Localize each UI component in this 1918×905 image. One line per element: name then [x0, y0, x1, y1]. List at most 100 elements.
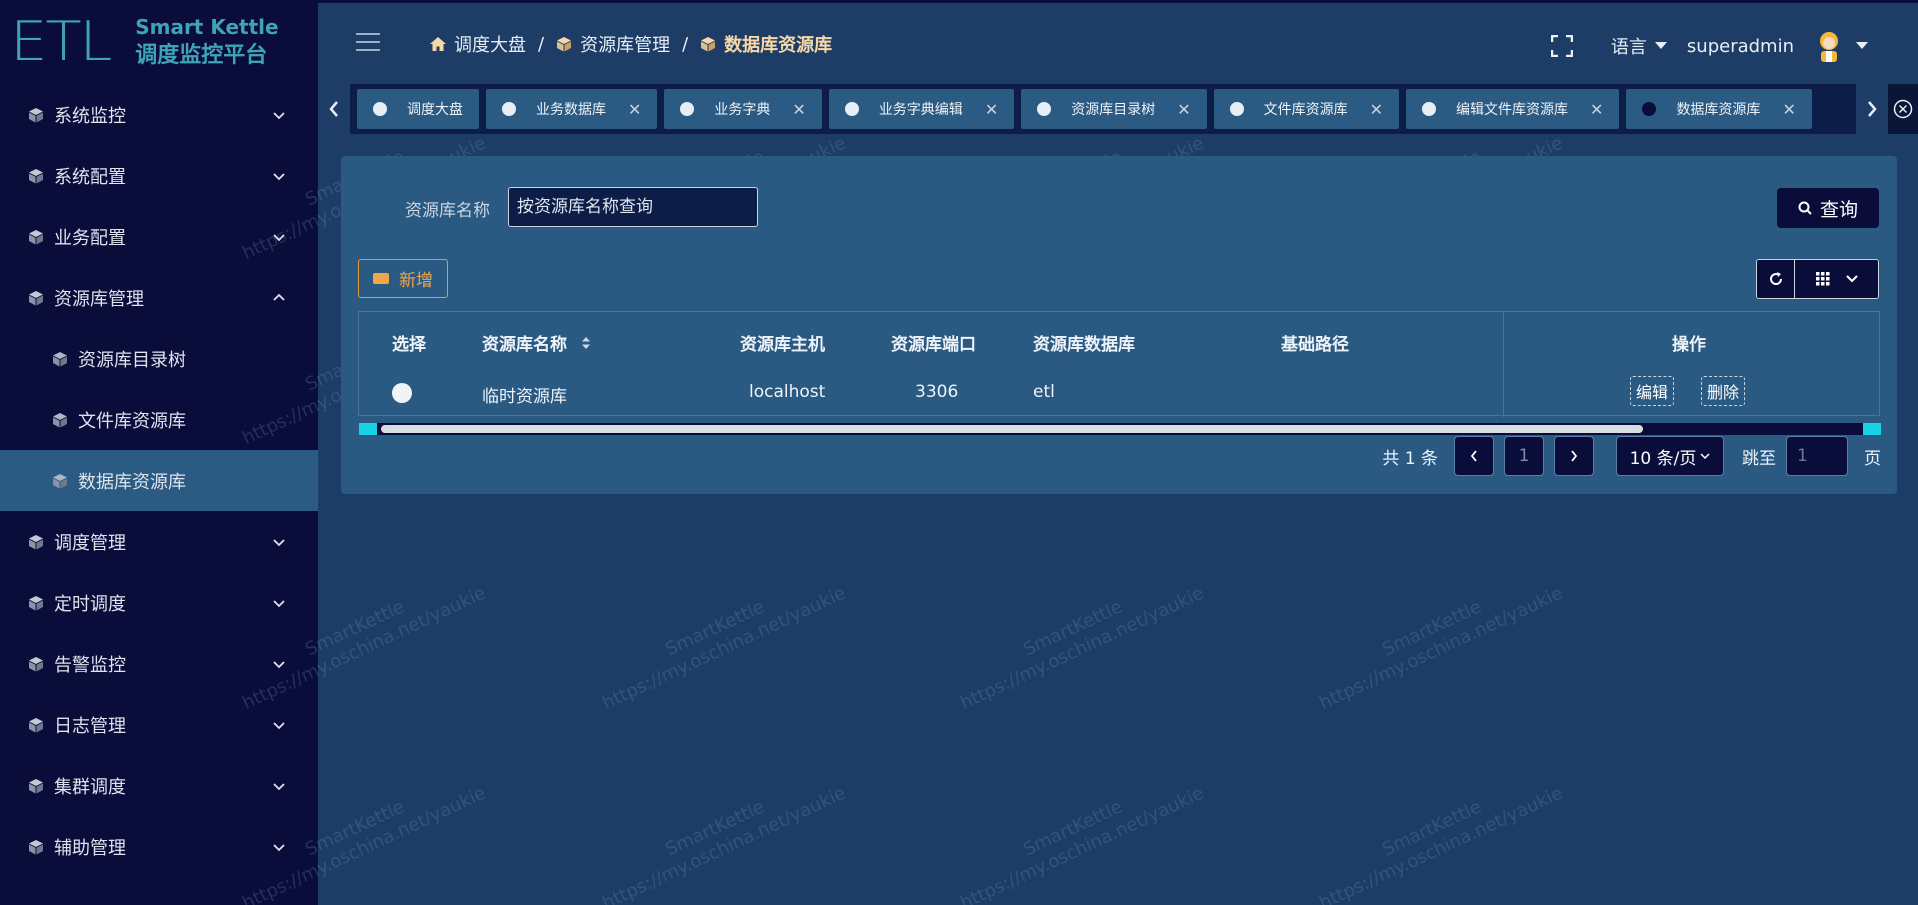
close-all-tabs-button[interactable] [1888, 84, 1918, 134]
table-tools [1756, 259, 1879, 299]
tab[interactable]: 资源库目录树 ✕ [1021, 89, 1207, 129]
breadcrumb-home[interactable]: 调度大盘 [430, 31, 526, 57]
page-number[interactable]: 1 [1504, 436, 1544, 476]
close-icon[interactable]: ✕ [792, 100, 805, 119]
sidebar-item[interactable]: 日志管理 [0, 694, 318, 755]
hamburger-menu-icon[interactable] [356, 33, 380, 53]
caret-down-icon [1654, 42, 1667, 49]
chevron-left-icon [1470, 450, 1477, 462]
tab[interactable]: 编辑文件库资源库 ✕ [1406, 89, 1620, 129]
header: 调度大盘 / 资源库管理 / 数据库资源库 语言 superadmin [318, 0, 1918, 84]
grid-icon [1815, 272, 1829, 286]
delete-button[interactable]: 删除 [1701, 376, 1746, 406]
tab-label: 业务字典编辑 [878, 102, 963, 118]
jump-input[interactable]: 1 [1786, 436, 1848, 476]
prev-page-button[interactable] [1454, 436, 1494, 476]
query-button[interactable]: 查询 [1777, 188, 1879, 228]
refresh-icon [1769, 272, 1782, 285]
add-icon [373, 273, 389, 284]
close-icon[interactable]: ✕ [985, 100, 998, 119]
sidebar-item[interactable]: 业务配置 [0, 206, 318, 267]
sidebar-item[interactable]: 集群调度 [0, 755, 318, 816]
user-menu[interactable]: superadmin [1687, 29, 1868, 63]
chevron-down-icon [273, 538, 285, 546]
chevron-down-icon [273, 599, 285, 607]
sidebar-item[interactable]: 定时调度 [0, 572, 318, 633]
cube-icon [29, 656, 43, 671]
header-select: 选择 [392, 335, 426, 355]
sidebar-item-label: 文件库资源库 [78, 410, 186, 432]
sidebar-item-label: 辅助管理 [54, 837, 126, 859]
sidebar-item[interactable]: 文件库资源库 [0, 389, 318, 450]
sidebar-item[interactable]: 系统配置 [0, 145, 318, 206]
sidebar-item-label: 日志管理 [54, 715, 126, 737]
scrollbar-thumb[interactable] [381, 425, 1643, 433]
sidebar-item-label: 定时调度 [54, 593, 126, 615]
sidebar-item-label: 系统监控 [54, 105, 126, 127]
logo-subtitle: 调度监控平台 [135, 43, 268, 68]
page-size-select[interactable]: 10 条/页 [1616, 436, 1724, 476]
sidebar-item[interactable]: 调度管理 [0, 511, 318, 572]
fullscreen-icon[interactable] [1550, 35, 1573, 57]
columns-button[interactable] [1795, 260, 1878, 298]
header-path: 基础路径 [1281, 335, 1349, 355]
add-button[interactable]: 新增 [358, 259, 448, 298]
tab-dot [844, 102, 859, 116]
tab[interactable]: 业务数据库 ✕ [486, 89, 658, 129]
header-name[interactable]: 资源库名称 [482, 330, 591, 355]
tab-scroll-right[interactable] [1856, 84, 1888, 134]
tab-label: 业务字典 [714, 102, 771, 118]
breadcrumb-current: 数据库资源库 [700, 31, 832, 57]
horizontal-scrollbar[interactable] [359, 423, 1881, 435]
close-icon[interactable]: ✕ [1590, 100, 1603, 119]
sidebar-item-label: 集群调度 [54, 776, 126, 798]
content-card: 资源库名称 查询 新增 选择 资源库名称 资源库主机 资源库端口 资源库数据库 … [341, 156, 1897, 494]
cube-icon [29, 290, 43, 305]
sidebar-item[interactable]: 系统监控 [0, 84, 318, 145]
chevron-down-icon [273, 843, 285, 851]
next-page-button[interactable] [1554, 436, 1594, 476]
sidebar-item-label: 业务配置 [54, 227, 126, 249]
logo: ETL Smart Kettle 调度监控平台 [0, 0, 318, 84]
tab[interactable]: 业务字典 ✕ [664, 89, 822, 129]
tab-label: 资源库目录树 [1071, 102, 1156, 118]
tab-scroll-left[interactable] [318, 84, 350, 134]
total-count: 共 1 条 [1382, 448, 1438, 469]
header-ops: 操作 [1672, 335, 1706, 355]
tab[interactable]: 数据库资源库 ✕ [1626, 89, 1812, 129]
watermark: SmartKettlehttps://my.oschina.net/yaukie [1316, 582, 1567, 714]
sidebar-item[interactable]: 数据库资源库 [0, 450, 318, 511]
jump-label: 跳至 [1742, 448, 1776, 469]
sidebar-item[interactable]: 辅助管理 [0, 816, 318, 877]
close-icon[interactable]: ✕ [1782, 100, 1795, 119]
watermark: SmartKettlehttps://my.oschina.net/yaukie [957, 782, 1208, 905]
cube-icon [29, 534, 43, 549]
cube-icon [53, 412, 67, 427]
tab[interactable]: 业务字典编辑 ✕ [828, 89, 1015, 129]
sidebar-item[interactable]: 告警监控 [0, 633, 318, 694]
chevron-left-icon [329, 101, 338, 117]
sidebar-item[interactable]: 资源库目录树 [0, 328, 318, 389]
refresh-button[interactable] [1757, 260, 1795, 298]
tab-dot [373, 102, 387, 116]
chevron-down-icon [1700, 452, 1710, 459]
cell-db: etl [1033, 382, 1055, 402]
breadcrumb: 调度大盘 / 资源库管理 / 数据库资源库 [430, 31, 832, 57]
close-icon[interactable]: ✕ [1370, 100, 1383, 119]
sidebar-item-label: 资源库管理 [54, 288, 144, 310]
close-icon[interactable]: ✕ [1177, 100, 1190, 119]
cell-host: localhost [749, 382, 826, 402]
language-dropdown[interactable]: 语言 [1611, 33, 1667, 59]
cube-icon [29, 839, 43, 854]
tab[interactable]: 调度大盘 [357, 89, 479, 129]
sidebar: ETL Smart Kettle 调度监控平台 系统监控系统配置业务配置资源库管… [0, 0, 318, 905]
close-icon[interactable]: ✕ [628, 100, 641, 119]
sidebar-item[interactable]: 资源库管理 [0, 267, 318, 328]
breadcrumb-parent[interactable]: 资源库管理 [556, 31, 670, 57]
edit-button[interactable]: 编辑 [1630, 376, 1675, 406]
search-input[interactable] [508, 187, 758, 227]
row-select-radio[interactable] [392, 383, 412, 403]
watermark: SmartKettlehttps://my.oschina.net/yaukie [599, 582, 850, 714]
chevron-down-icon [273, 782, 285, 790]
tab[interactable]: 文件库资源库 ✕ [1213, 89, 1400, 129]
